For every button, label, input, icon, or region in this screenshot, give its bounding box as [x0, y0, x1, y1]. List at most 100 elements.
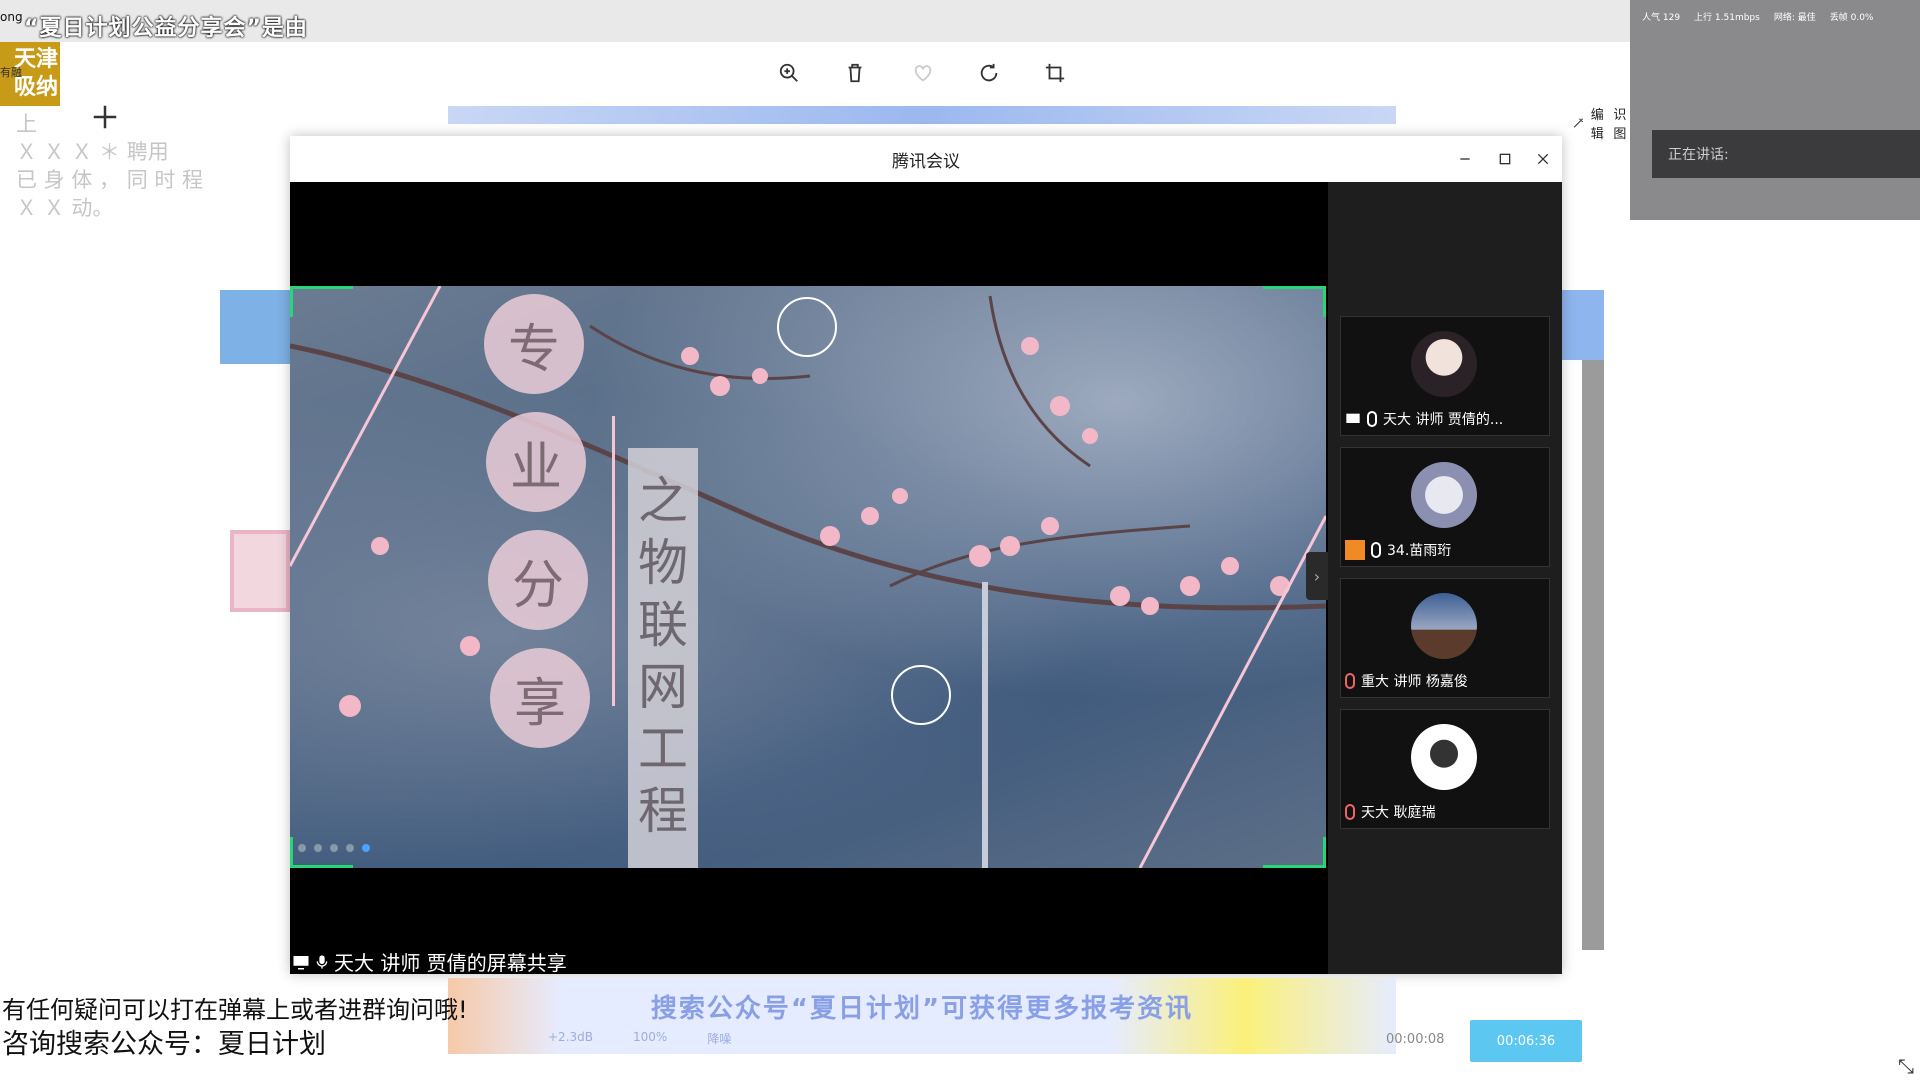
- share-corner-marker: [290, 286, 353, 317]
- participant-label: 天大 讲师 贾倩的...: [1345, 409, 1503, 429]
- avatar: [1411, 331, 1477, 397]
- share-corner-marker: [1263, 837, 1326, 868]
- annotation-tool-icon[interactable]: [298, 844, 306, 852]
- annotation-tool-icon[interactable]: [346, 844, 354, 852]
- audio-controls: +2.3dB 100% 降噪: [548, 1030, 731, 1047]
- zoom-in-icon: [779, 63, 798, 82]
- share-corner-marker: [290, 837, 353, 868]
- stat-upload: 上行 1.51mbps: [1694, 13, 1760, 23]
- title-char-circle: 业: [486, 412, 586, 512]
- crop-icon: [1045, 63, 1065, 83]
- meeting-title: 腾讯会议: [892, 151, 960, 172]
- screen-share-area[interactable]: 专 业 分 享 之 物 联 网 工 程 › 天大 讲师 贾倩的屏幕共享: [290, 182, 1328, 975]
- close-button[interactable]: [1530, 146, 1556, 172]
- subtitle-line-2: 咨询搜索公众号：夏日计划: [2, 1029, 326, 1060]
- faded-announcement: 上 Ｘ Ｘ Ｘ ＊ 聘用 已 身 体 ， 同 时 程 Ｘ Ｘ 动。: [16, 110, 316, 222]
- close-icon: [1537, 153, 1549, 165]
- vertical-title-char: 工: [638, 720, 688, 778]
- crop-button[interactable]: [1038, 56, 1072, 90]
- participant-name: 天大 耿庭瑞: [1361, 805, 1436, 821]
- volume-value: 100%: [633, 1030, 668, 1044]
- avatar: [1411, 593, 1477, 659]
- vertical-title-char: 网: [638, 658, 688, 716]
- stat-dropframe: 丢帧 0.0%: [1829, 13, 1874, 23]
- microphone-muted-icon: [1345, 673, 1355, 689]
- expand-panel-button[interactable]: ›: [1306, 552, 1328, 600]
- vertical-title-char: 之: [638, 472, 688, 530]
- vertical-title-panel: 之 物 联 网 工 程: [628, 448, 698, 868]
- vertical-title-char: 物: [638, 534, 688, 592]
- host-badge-icon: [1345, 540, 1365, 560]
- background-card: [220, 290, 290, 364]
- participant-tile[interactable]: 重大 讲师 杨嘉俊: [1340, 578, 1550, 698]
- viewer-toolbar: 编辑 识图: [0, 42, 1915, 142]
- background-strip: [448, 106, 1396, 124]
- screen-share-icon: [1346, 413, 1360, 423]
- elapsed-timer: 00:00:08: [1386, 1032, 1445, 1047]
- avatar: [1411, 724, 1477, 790]
- recognize-label: 识图: [1613, 108, 1627, 142]
- faded-line: 上: [16, 112, 37, 136]
- participant-tile[interactable]: 天大 耿庭瑞: [1340, 709, 1550, 829]
- meeting-window: 腾讯会议 专 业 分 享 之 物 联 网 工 程 › 天大 讲师 贾倩的屏幕共享…: [290, 136, 1562, 975]
- live-timer-text: 00:06:36: [1496, 1033, 1556, 1049]
- stream-status-panel: 人气 129 上行 1.51mbps 网络: 最佳 丢帧 0.0% 正在讲话:: [1630, 0, 1920, 220]
- title-char-circle: 享: [490, 648, 590, 748]
- participant-name: 重大 讲师 杨嘉俊: [1361, 674, 1468, 690]
- share-caption-text: 天大 讲师 贾倩的屏幕共享: [334, 951, 567, 975]
- microphone-muted-icon: [1345, 804, 1355, 820]
- share-corner-marker: [1263, 286, 1326, 317]
- gold-small-label: 有融: [0, 66, 22, 79]
- heart-icon: [914, 65, 932, 82]
- rotate-button[interactable]: [972, 56, 1006, 90]
- annotation-tool-icon[interactable]: [362, 844, 370, 852]
- participant-tile[interactable]: 34.苗雨珩: [1340, 447, 1550, 567]
- participant-label: 天大 耿庭瑞: [1345, 802, 1435, 822]
- noise-reduction-label[interactable]: 降噪: [707, 1030, 731, 1047]
- vertical-title-char: 联: [638, 596, 688, 654]
- zoom-in-button[interactable]: [772, 56, 806, 90]
- banner-prefix: ong: [0, 10, 23, 24]
- screen-share-icon: [293, 955, 309, 969]
- promo-banner: 搜索公众号“夏日计划”可获得更多报考资讯 +2.3dB 100% 降噪: [448, 978, 1396, 1054]
- resize-icon[interactable]: ⤡: [1898, 1054, 1914, 1078]
- edit-label: 编辑: [1590, 108, 1604, 142]
- meeting-title-bar: 腾讯会议: [290, 136, 1562, 182]
- participant-label: 34.苗雨珩: [1345, 540, 1451, 560]
- participant-tile[interactable]: 天大 讲师 贾倩的...: [1340, 316, 1550, 436]
- background-panel: [1562, 290, 1604, 360]
- faded-line: Ｘ Ｘ 动。: [16, 196, 114, 220]
- participant-name: 34.苗雨珩: [1387, 543, 1452, 559]
- delete-button[interactable]: [838, 56, 872, 90]
- microphone-icon: [1371, 542, 1381, 558]
- faded-line: Ｘ Ｘ Ｘ ＊ 聘用: [16, 140, 169, 164]
- favorite-button[interactable]: [906, 56, 940, 90]
- vertical-title-char: 程: [638, 782, 688, 840]
- title-char-circle: 分: [488, 530, 588, 630]
- scrollbar[interactable]: [1582, 360, 1604, 950]
- background-thumbnail: [230, 530, 290, 612]
- participant-name: 天大 讲师 贾倩的...: [1383, 412, 1504, 428]
- subtitle-line-1: 有任何疑问可以打在弹幕上或者进群询问哦!: [2, 996, 468, 1024]
- live-timer-button[interactable]: 00:06:36: [1470, 1020, 1582, 1062]
- speaking-indicator: 正在讲话:: [1652, 130, 1920, 178]
- magic-edit-icon: [1573, 118, 1584, 128]
- shared-slide: 专 业 分 享 之 物 联 网 工 程: [290, 286, 1326, 868]
- gain-value: +2.3dB: [548, 1030, 593, 1044]
- participant-list: 天大 讲师 贾倩的... 34.苗雨珩 重大 讲师 杨嘉俊 天大 耿庭瑞: [1328, 182, 1562, 974]
- edit-button[interactable]: 编辑 识图: [1572, 104, 1630, 142]
- maximize-icon: [1499, 153, 1511, 165]
- avatar: [1411, 462, 1477, 528]
- maximize-button[interactable]: [1492, 146, 1518, 172]
- minimize-button[interactable]: [1452, 146, 1478, 172]
- delete-icon: [848, 63, 862, 83]
- faded-line: 已 身 体 ， 同 时 程: [16, 168, 204, 192]
- speaking-label: 正在讲话:: [1668, 147, 1729, 163]
- blossom-branches: [290, 286, 1326, 868]
- microphone-icon: [316, 954, 328, 969]
- minimize-icon: [1460, 158, 1470, 160]
- stream-stats: 人气 129 上行 1.51mbps 网络: 最佳 丢帧 0.0%: [1642, 10, 1873, 23]
- annotation-tool-icon[interactable]: [330, 844, 338, 852]
- annotation-tool-icon[interactable]: [314, 844, 322, 852]
- promo-text: 搜索公众号“夏日计划”可获得更多报考资讯: [650, 994, 1194, 1024]
